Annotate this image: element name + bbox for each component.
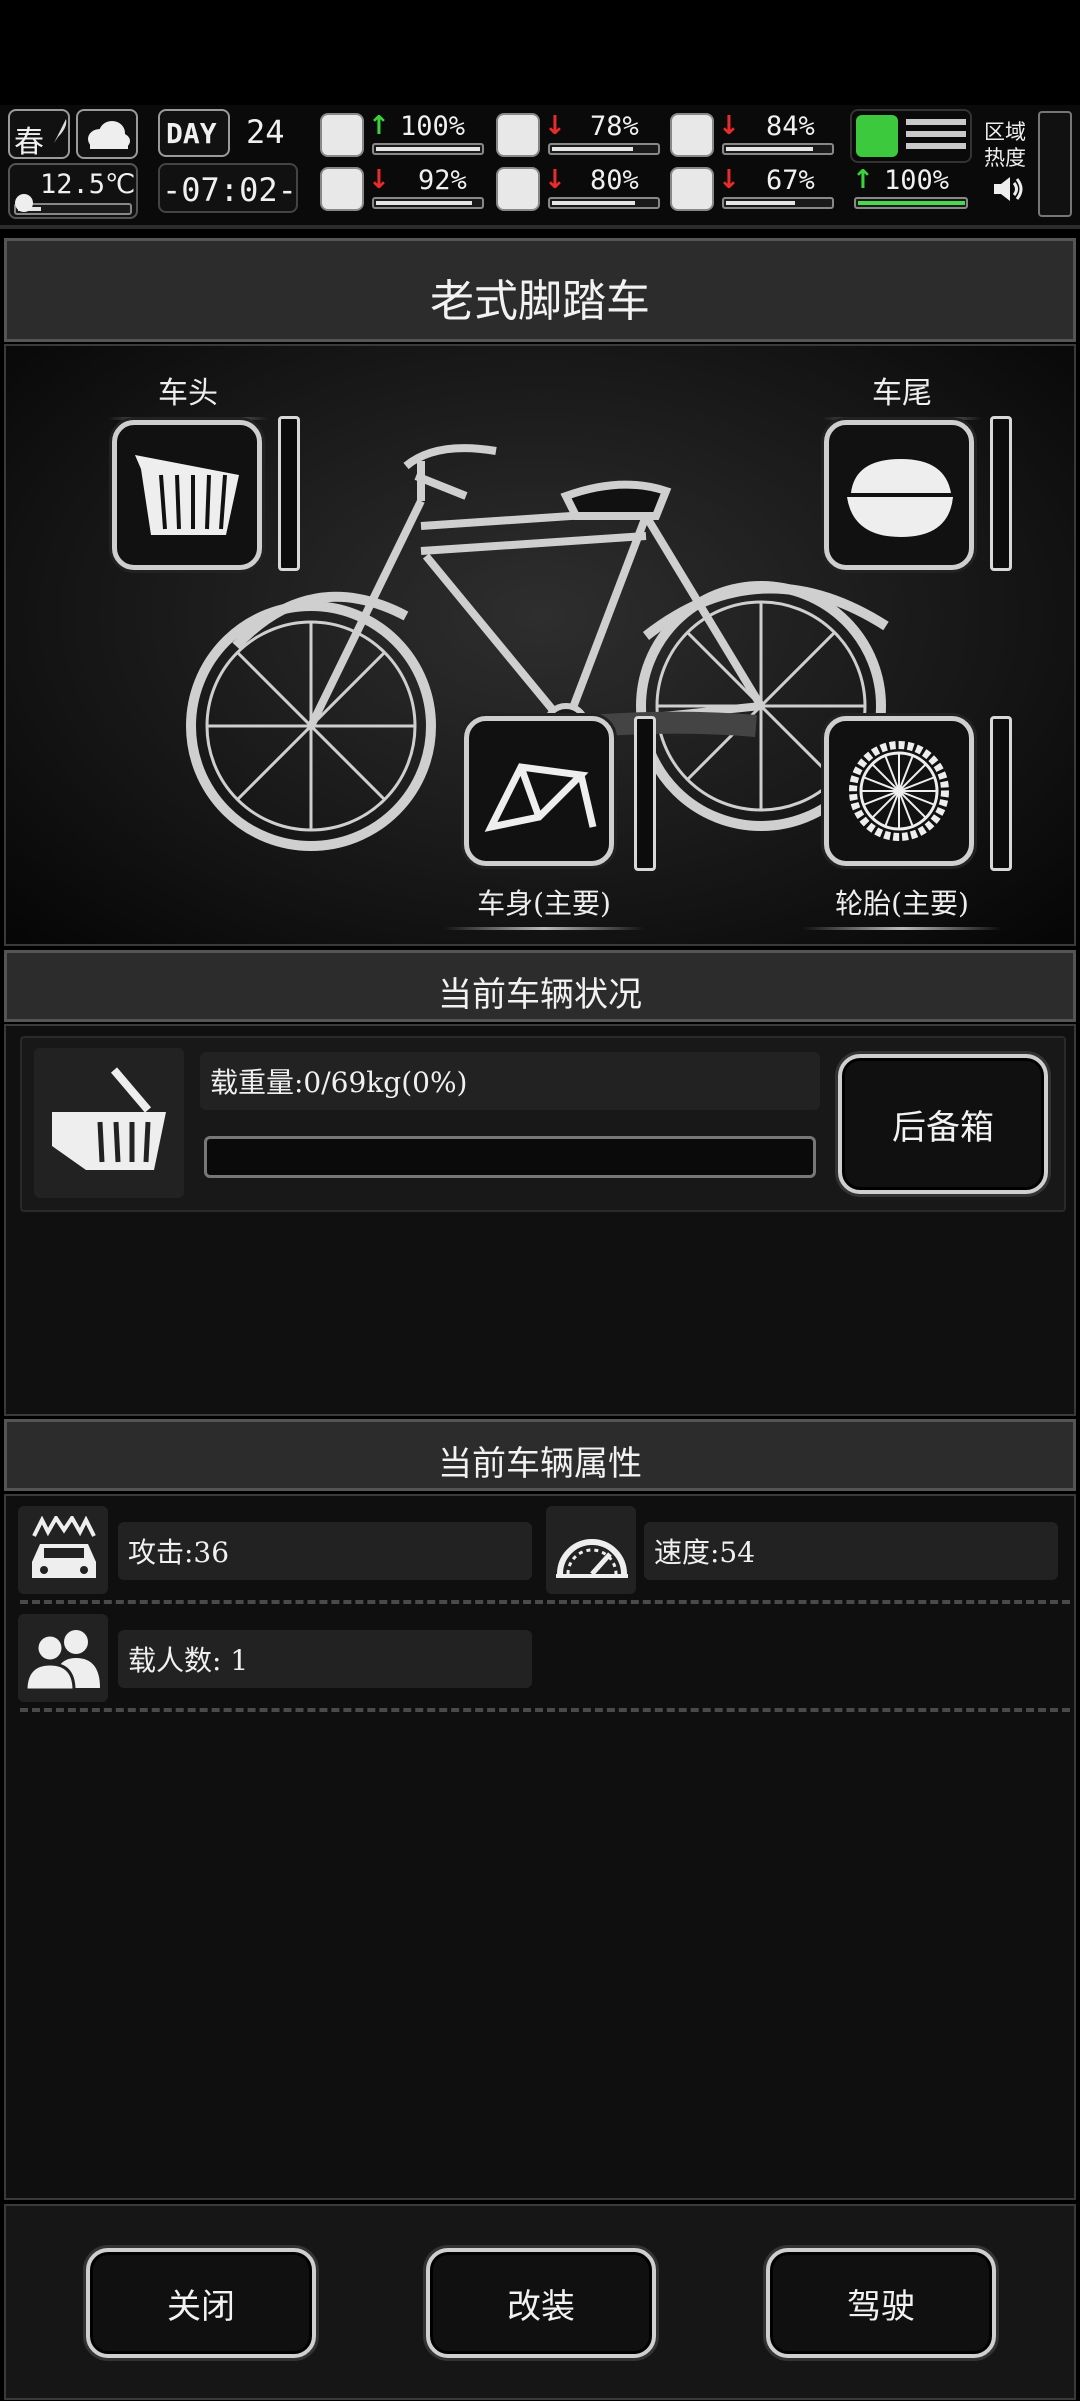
mind-bar — [372, 197, 484, 209]
vehicle-name: 老式脚踏车 — [430, 276, 650, 327]
load-capacity-label: 载重量:0/69kg(0%) — [200, 1052, 820, 1110]
tire-slot-label: 轮胎(主要) — [802, 882, 1002, 930]
speed-icon-tile — [546, 1506, 636, 1594]
body-slot[interactable] — [464, 716, 614, 866]
capsule-icon — [670, 113, 714, 157]
speed-value: 速度:54 — [644, 1522, 1058, 1580]
hunger-trend-arrow: ↓ — [544, 111, 566, 141]
temperature-value: 12.5℃ — [40, 169, 136, 200]
thirst-bar — [548, 197, 660, 209]
stamina-bar — [722, 143, 834, 155]
people-icon — [24, 1630, 100, 1690]
mood-value: 67% — [766, 165, 815, 196]
footer-bar: 关闭 改装 驾驶 — [4, 2204, 1076, 2400]
attack-icon-tile — [18, 1506, 108, 1594]
attributes-title: 当前车辆属性 — [438, 1444, 642, 1484]
tire-slot[interactable] — [824, 716, 974, 866]
status-hud: 春 12.5℃ DAY 24 -07:02- ↑ 100% ↓ 78% ↓ 84… — [0, 105, 1080, 229]
mood-trend-arrow: ↓ — [718, 165, 740, 195]
day-number: 24 — [246, 113, 285, 151]
season-box: 春 — [8, 109, 70, 160]
status-title: 当前车辆状况 — [438, 975, 642, 1015]
day-box: DAY — [158, 109, 230, 157]
passengers-icon-tile — [18, 1614, 108, 1702]
vehicle-display: 车头 车尾 车身(主要) 轮胎(主要) — [4, 344, 1076, 946]
tire-slot-durability — [990, 716, 1012, 871]
load-row: 载重量:0/69kg(0%) 后备箱 — [20, 1036, 1066, 1212]
attack-value: 攻击:36 — [118, 1522, 532, 1580]
day-label: DAY — [166, 117, 217, 150]
rear-slot-label: 车尾 — [822, 368, 982, 420]
mood-bar — [722, 197, 834, 209]
heart-icon — [670, 167, 714, 211]
temperature-box: 12.5℃ — [8, 163, 138, 219]
cloud-icon — [88, 121, 130, 149]
basket-icon — [135, 455, 239, 535]
attributes-panel: 攻击:36 速度:54 载人数: 1 — [4, 1494, 1076, 2200]
stomach-icon — [496, 113, 540, 157]
front-slot-label: 车头 — [108, 368, 268, 420]
trunk-box-icon — [847, 459, 953, 537]
region-heat-label: 区域 热度 — [984, 120, 1026, 170]
drive-button[interactable]: 驾驶 — [766, 2248, 996, 2358]
front-slot[interactable] — [112, 420, 262, 570]
mind-trend-arrow: ↓ — [368, 165, 390, 195]
health-value: 100% — [400, 111, 466, 142]
close-button[interactable]: 关闭 — [86, 2248, 316, 2358]
weather-box — [76, 109, 138, 159]
energy-value: 100% — [884, 165, 950, 196]
stamina-trend-arrow: ↓ — [718, 111, 740, 141]
water-drop-icon — [496, 167, 540, 211]
speedometer-icon — [556, 1539, 628, 1578]
car-crash-icon — [32, 1516, 96, 1578]
energy-box — [850, 109, 972, 163]
passengers-value: 载人数: 1 — [118, 1630, 532, 1688]
region-heat-meter — [1038, 111, 1072, 217]
health-bar — [372, 143, 484, 155]
trunk-button[interactable]: 后备箱 — [838, 1054, 1048, 1194]
load-progress-bar — [204, 1136, 816, 1178]
attributes-divider-2 — [20, 1708, 1070, 1712]
frame-icon — [484, 763, 597, 832]
rear-slot[interactable] — [824, 420, 974, 570]
season-label: 春 — [14, 125, 44, 160]
brain-icon — [320, 167, 364, 211]
energy-trend-arrow: ↑ — [852, 165, 874, 195]
health-trend-arrow: ↑ — [368, 111, 390, 141]
status-title-bar: 当前车辆状况 — [4, 950, 1076, 1022]
clock-value: -07:02- — [162, 171, 297, 209]
speaker-icon[interactable] — [990, 173, 1026, 205]
mind-value: 92% — [418, 165, 467, 196]
shopping-basket-icon — [52, 1067, 166, 1170]
feather-icon — [54, 119, 67, 143]
boot-icon — [856, 115, 898, 157]
clock-box: -07:02- — [158, 163, 298, 213]
wheel-icon — [849, 741, 949, 841]
energy-stripes — [906, 119, 966, 153]
front-slot-durability — [278, 416, 300, 571]
thirst-value: 80% — [590, 165, 639, 196]
thirst-trend-arrow: ↓ — [544, 165, 566, 195]
status-panel: 载重量:0/69kg(0%) 后备箱 — [4, 1024, 1076, 1416]
attributes-divider-1 — [20, 1600, 1070, 1604]
thermometer-icon — [15, 194, 33, 212]
stamina-value: 84% — [766, 111, 815, 142]
hunger-value: 78% — [590, 111, 639, 142]
modify-button[interactable]: 改装 — [426, 2248, 656, 2358]
body-slot-durability — [634, 716, 656, 871]
hunger-bar — [548, 143, 660, 155]
attributes-title-bar: 当前车辆属性 — [4, 1419, 1076, 1491]
medkit-icon — [320, 113, 364, 157]
vehicle-title-bar: 老式脚踏车 — [4, 238, 1076, 342]
basket-tile — [34, 1048, 184, 1198]
rear-slot-durability — [990, 416, 1012, 571]
energy-bar — [854, 197, 968, 209]
body-slot-label: 车身(主要) — [444, 882, 644, 930]
